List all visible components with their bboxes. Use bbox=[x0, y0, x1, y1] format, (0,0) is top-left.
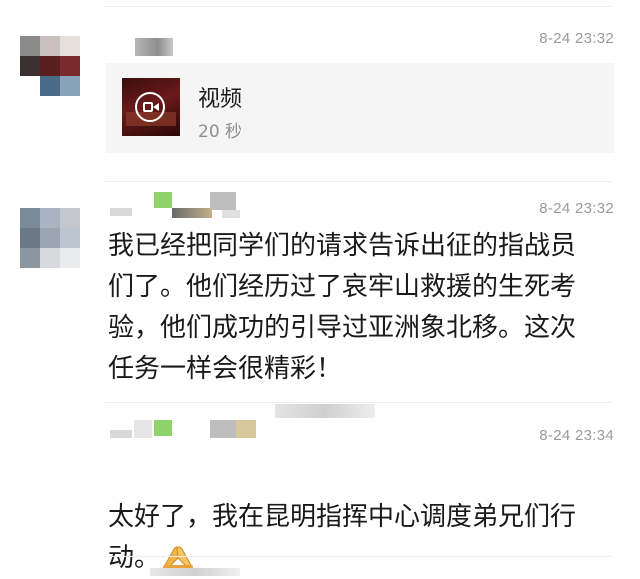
message-body: 太好了，我在昆明指挥中心调度弟兄们行 动。 bbox=[108, 456, 608, 579]
video-duration: 20 秒 bbox=[198, 122, 243, 142]
divider-top bbox=[105, 6, 612, 7]
video-title: 视频 bbox=[198, 87, 243, 112]
folded-hands-icon bbox=[160, 540, 196, 570]
video-message-card[interactable]: 视频 20 秒 bbox=[106, 63, 614, 153]
message-timestamp: 8-24 23:32 bbox=[539, 200, 614, 217]
video-camera-icon bbox=[135, 92, 165, 122]
divider bbox=[105, 556, 612, 557]
message-timestamp: 8-24 23:34 bbox=[539, 427, 614, 444]
avatar[interactable] bbox=[20, 36, 80, 96]
sender-name-blurred bbox=[110, 192, 250, 222]
message-timestamp: 8-24 23:32 bbox=[539, 30, 614, 47]
message-body: 我已经把同学们的请求告诉出征的指战员 们了。他们经历过了哀牢山救援的生死考 验，… bbox=[108, 231, 577, 384]
sender-name-blurred bbox=[150, 568, 240, 576]
video-thumbnail[interactable] bbox=[122, 78, 180, 136]
divider bbox=[105, 181, 612, 182]
sender-name-blurred bbox=[135, 38, 173, 56]
divider bbox=[105, 402, 612, 403]
sender-name-blurred bbox=[110, 404, 375, 442]
avatar[interactable] bbox=[20, 208, 80, 268]
